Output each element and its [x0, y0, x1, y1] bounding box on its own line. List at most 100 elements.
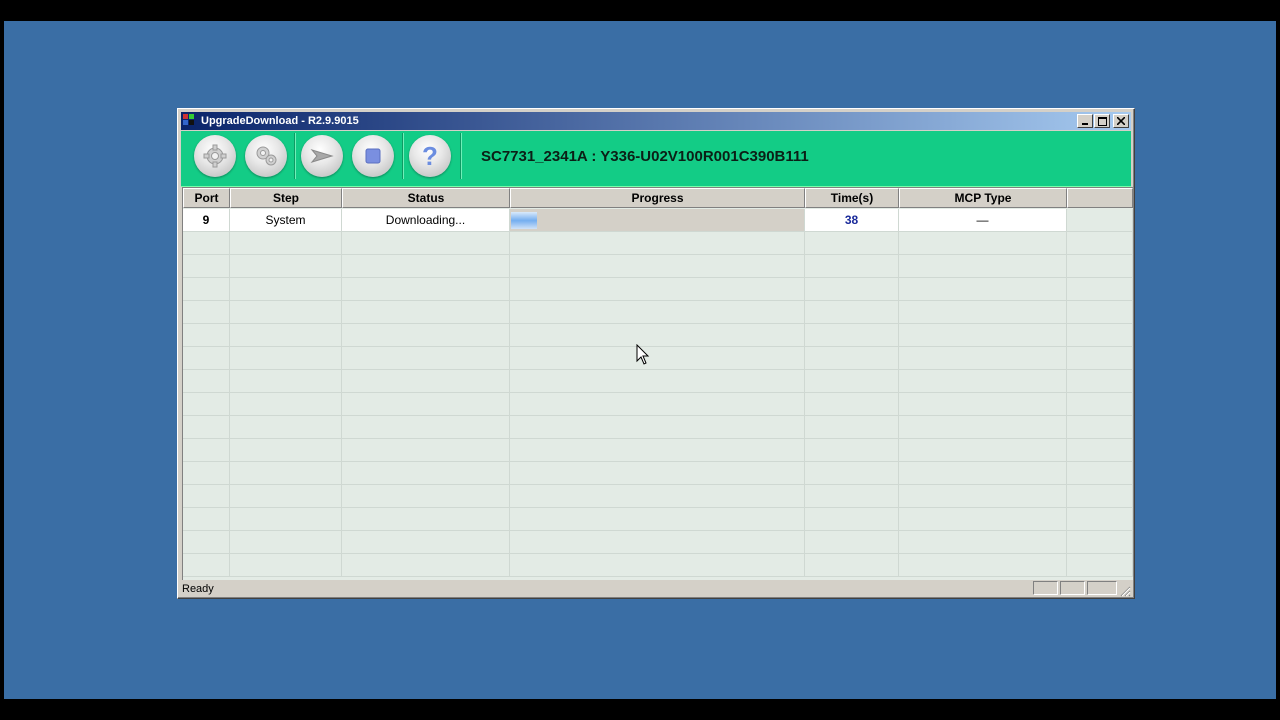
gears-icon	[256, 146, 277, 166]
empty-cell	[183, 347, 230, 370]
empty-cell	[342, 393, 510, 416]
status-bar: Ready	[181, 581, 1131, 597]
empty-cell	[899, 508, 1067, 531]
empty-cell	[183, 324, 230, 347]
empty-cell	[805, 301, 899, 324]
empty-table-row	[183, 462, 1133, 485]
empty-table-row	[183, 393, 1133, 416]
empty-cell	[1067, 393, 1133, 416]
empty-cell	[183, 370, 230, 393]
minimize-button[interactable]	[1077, 114, 1093, 128]
empty-cell	[899, 416, 1067, 439]
start-button[interactable]	[301, 135, 343, 177]
column-header-progress[interactable]: Progress	[510, 188, 805, 208]
toolbar-separator	[402, 133, 404, 179]
empty-cell	[230, 232, 342, 255]
resize-grip-icon[interactable]	[1119, 585, 1131, 597]
empty-cell	[1067, 347, 1133, 370]
empty-cell	[805, 324, 899, 347]
minimize-icon	[1082, 123, 1088, 125]
empty-cell	[342, 370, 510, 393]
empty-cell	[510, 462, 805, 485]
close-icon	[1117, 117, 1125, 125]
empty-cell	[805, 554, 899, 577]
maximize-button[interactable]	[1094, 114, 1110, 128]
empty-cell	[510, 278, 805, 301]
play-arrow-icon	[310, 149, 334, 163]
progress-bar-fill	[511, 212, 537, 229]
empty-cell	[899, 554, 1067, 577]
empty-cell	[230, 393, 342, 416]
empty-cell	[230, 439, 342, 462]
empty-cell	[183, 278, 230, 301]
empty-cell	[1067, 462, 1133, 485]
empty-cell	[805, 393, 899, 416]
stop-square-icon	[365, 148, 381, 164]
empty-cell	[899, 347, 1067, 370]
empty-cell	[342, 232, 510, 255]
empty-cell	[805, 278, 899, 301]
empty-cell	[230, 508, 342, 531]
empty-cell	[805, 347, 899, 370]
status-panel	[1087, 581, 1117, 595]
cell-port: 9	[183, 209, 230, 232]
empty-cell	[805, 485, 899, 508]
empty-table-row	[183, 232, 1133, 255]
empty-cell	[230, 370, 342, 393]
empty-cell	[1067, 416, 1133, 439]
empty-cell	[899, 301, 1067, 324]
empty-cell	[510, 439, 805, 462]
empty-cell	[230, 554, 342, 577]
table-row[interactable]: 9 System Downloading... 38 —	[183, 209, 1133, 232]
column-header-status[interactable]: Status	[342, 188, 510, 208]
empty-cell	[230, 278, 342, 301]
empty-cell	[342, 301, 510, 324]
column-header-mcp-type[interactable]: MCP Type	[899, 188, 1067, 208]
column-header-port[interactable]: Port	[183, 188, 230, 208]
empty-cell	[899, 324, 1067, 347]
empty-cell	[1067, 554, 1133, 577]
empty-table-row	[183, 439, 1133, 462]
empty-cell	[183, 232, 230, 255]
empty-cell	[510, 301, 805, 324]
upgrade-download-window: UpgradeDownload - R2.9.9015 ? SC7731_234…	[177, 108, 1135, 599]
close-button[interactable]	[1113, 114, 1129, 128]
window-title: UpgradeDownload - R2.9.9015	[201, 115, 359, 127]
column-header-step[interactable]: Step	[230, 188, 342, 208]
empty-cell	[342, 462, 510, 485]
empty-cell	[342, 416, 510, 439]
title-bar[interactable]: UpgradeDownload - R2.9.9015	[181, 112, 1131, 130]
toolbar-separator	[294, 133, 296, 179]
empty-cell	[510, 232, 805, 255]
empty-cell	[1067, 531, 1133, 554]
empty-cell	[1067, 255, 1133, 278]
settings-button[interactable]	[194, 135, 236, 177]
question-mark-icon: ?	[422, 141, 438, 171]
empty-cell	[899, 393, 1067, 416]
app-icon	[183, 114, 197, 128]
load-packet-button[interactable]	[245, 135, 287, 177]
column-header-time[interactable]: Time(s)	[805, 188, 899, 208]
empty-cell	[342, 255, 510, 278]
help-button[interactable]: ?	[409, 135, 451, 177]
empty-cell	[1067, 324, 1133, 347]
empty-cell	[1067, 508, 1133, 531]
gear-icon	[203, 144, 227, 168]
empty-cell	[1067, 301, 1133, 324]
cell-filler	[1067, 209, 1133, 232]
stop-button[interactable]	[352, 135, 394, 177]
grid-header: Port Step Status Progress Time(s) MCP Ty…	[183, 188, 1133, 208]
empty-cell	[342, 554, 510, 577]
empty-cell	[183, 531, 230, 554]
empty-table-row	[183, 255, 1133, 278]
empty-cell	[183, 485, 230, 508]
empty-cell	[342, 508, 510, 531]
empty-cell	[899, 370, 1067, 393]
empty-cell	[510, 255, 805, 278]
cell-progress	[510, 209, 805, 232]
empty-cell	[510, 347, 805, 370]
empty-cell	[342, 531, 510, 554]
toolbar-separator	[460, 133, 462, 179]
toolbar: ? SC7731_2341A : Y336-U02V100R001C390B11…	[181, 131, 1131, 187]
empty-table-row	[183, 324, 1133, 347]
